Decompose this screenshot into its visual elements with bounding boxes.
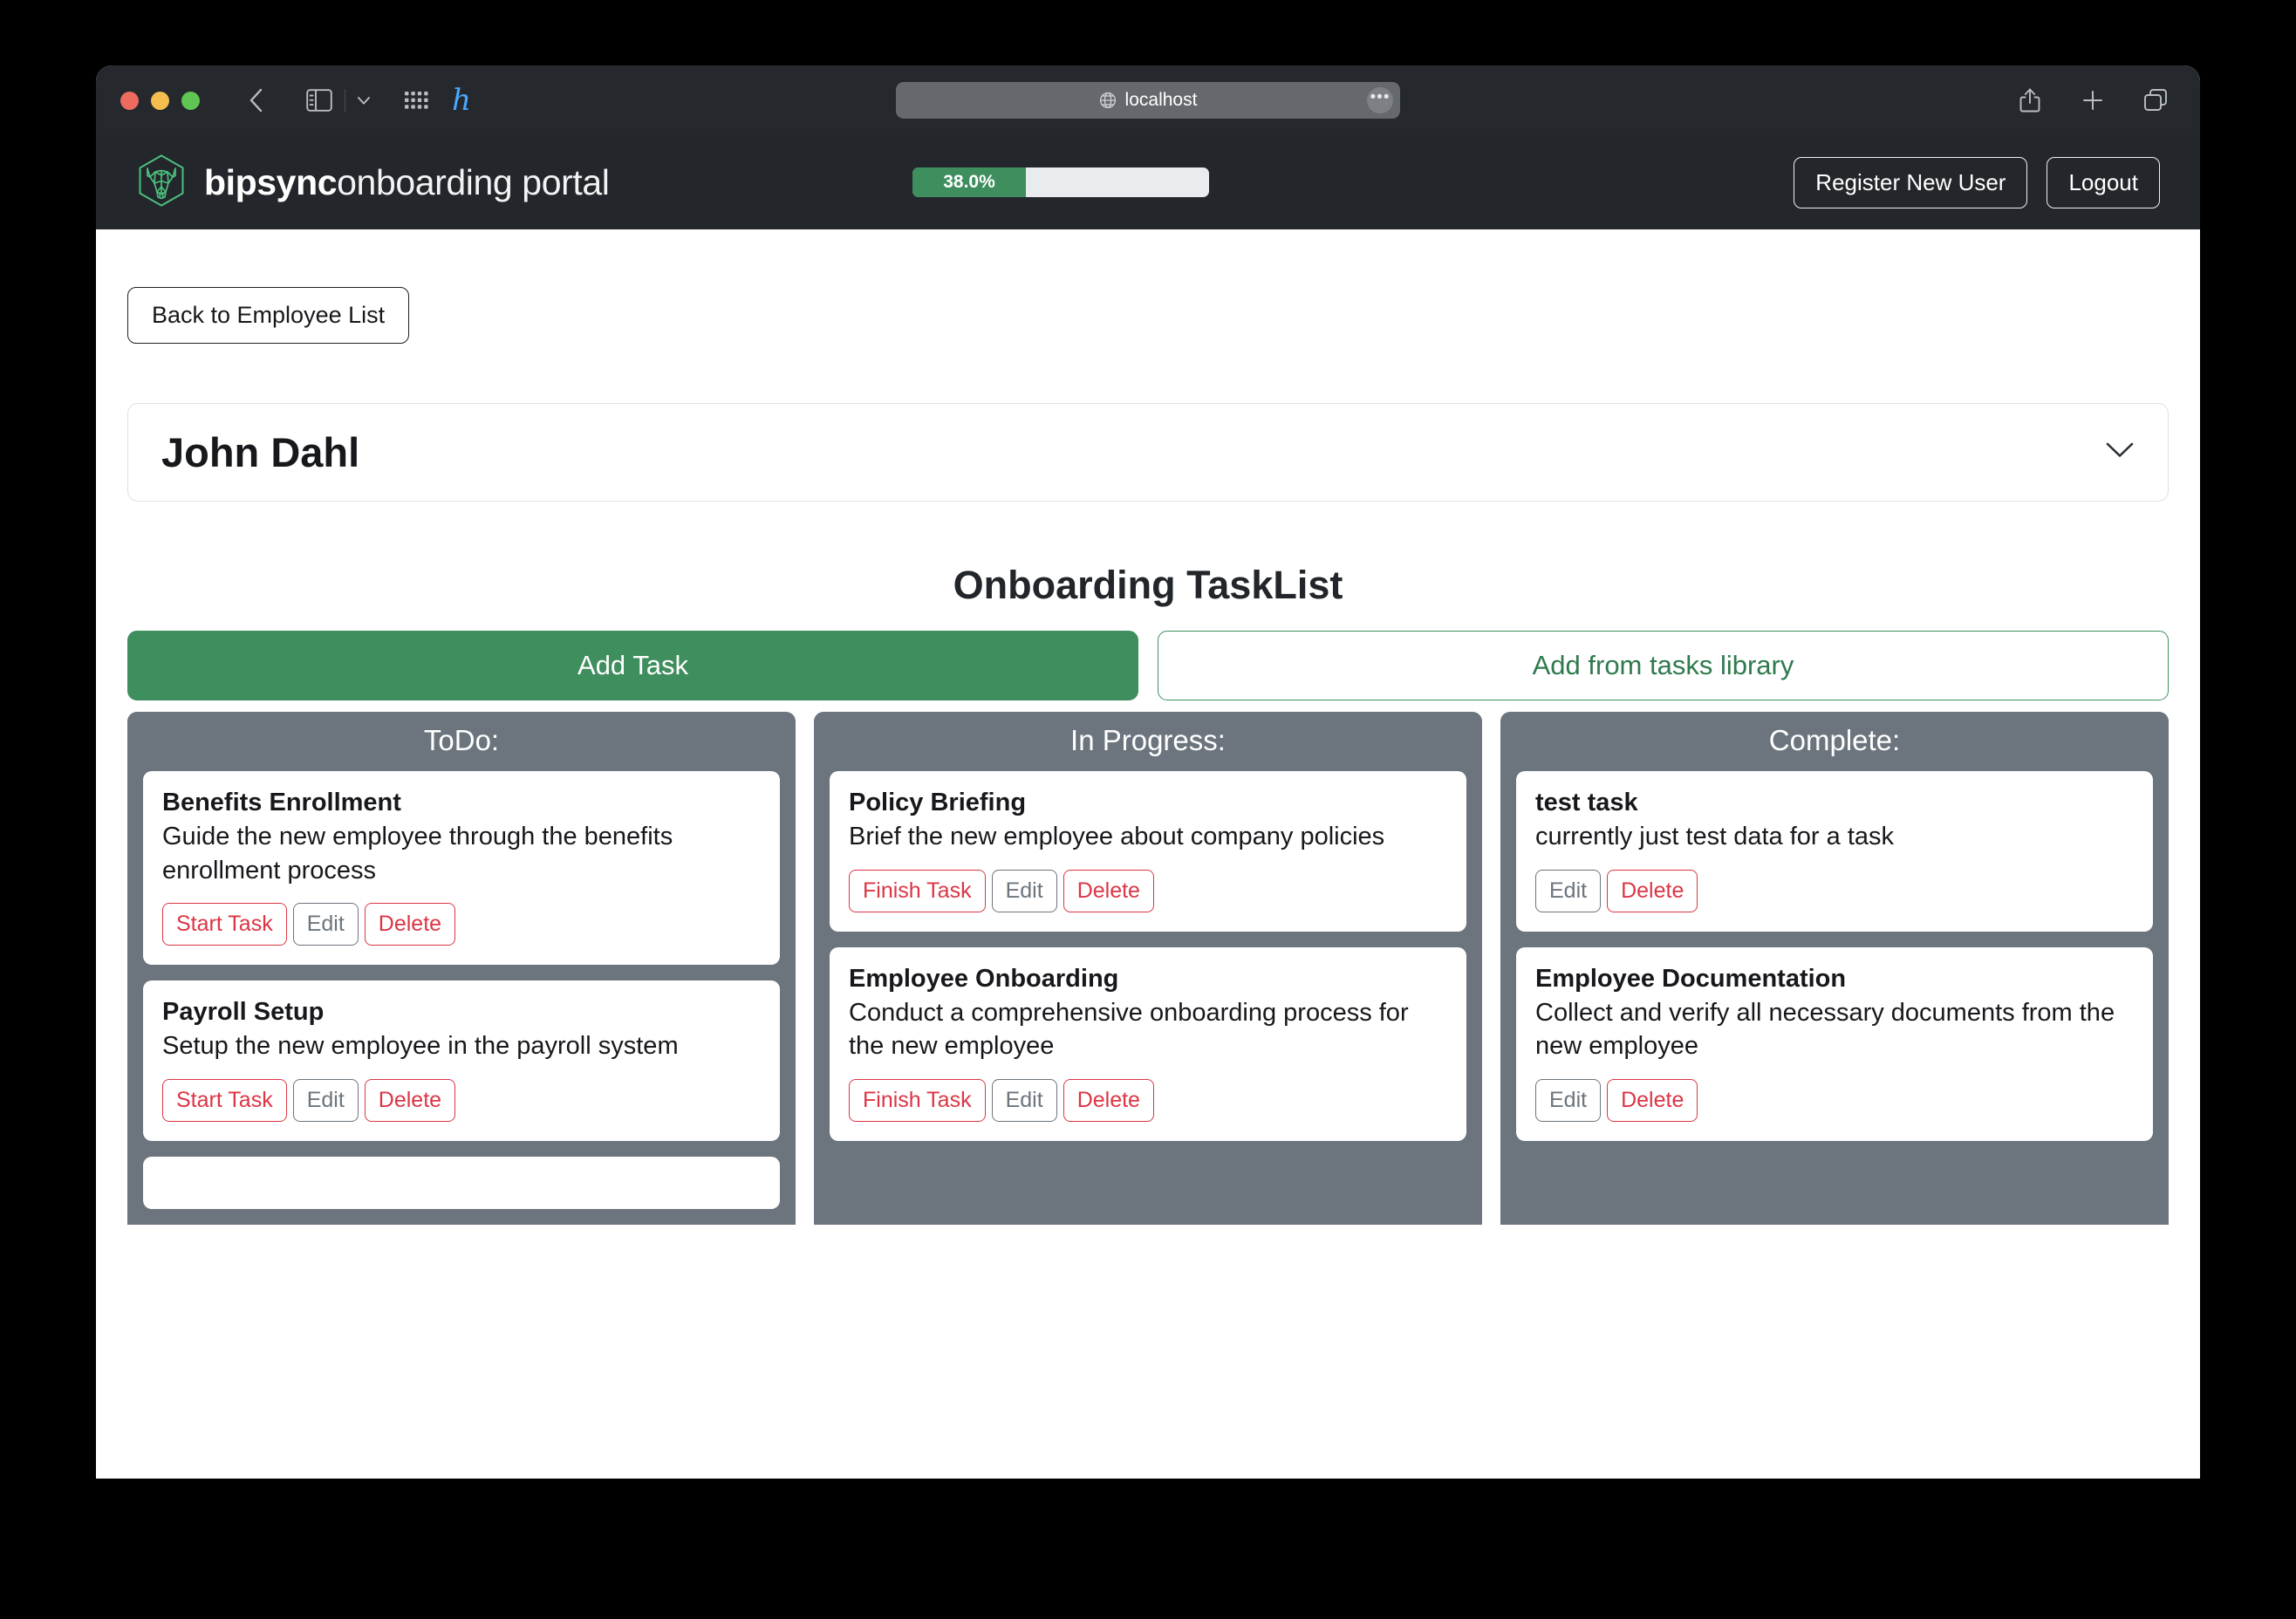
page-body: Back to Employee List John Dahl Onboardi… bbox=[96, 229, 2200, 1479]
edit-task-button[interactable]: Edit bbox=[991, 869, 1057, 912]
task-title: test task bbox=[1535, 789, 1638, 816]
chevron-down-icon bbox=[2105, 441, 2135, 463]
chevron-down-icon[interactable] bbox=[351, 80, 377, 120]
task-card[interactable]: Policy Briefing Brief the new employee ab… bbox=[830, 771, 1466, 932]
page-title: Onboarding TaskList bbox=[953, 563, 1343, 607]
delete-task-button[interactable]: Delete bbox=[364, 1078, 456, 1122]
brand-subtitle: onboarding portal bbox=[337, 161, 610, 202]
task-card[interactable]: Employee Onboarding Conduct a comprehensi… bbox=[830, 946, 1466, 1141]
task-card-actions: Start Task Edit Delete bbox=[162, 1078, 761, 1122]
task-card[interactable]: test task currently just test data for a … bbox=[1516, 771, 2153, 932]
back-to-employee-list-button[interactable]: Back to Employee List bbox=[127, 287, 410, 344]
brand-title: bipsynconboarding portal bbox=[204, 161, 610, 203]
task-description: Guide the new employee through the benef… bbox=[162, 823, 673, 885]
edit-task-button[interactable]: Edit bbox=[991, 1078, 1057, 1122]
edit-task-button[interactable]: Edit bbox=[1535, 869, 1602, 912]
employee-selector-dropdown[interactable]: John Dahl bbox=[127, 403, 2169, 502]
task-column: Complete: test task currently just test da… bbox=[1500, 712, 2169, 1225]
task-card-actions: Edit Delete bbox=[1535, 1078, 2134, 1122]
task-column: In Progress: Policy Briefing Brief the new… bbox=[814, 712, 1482, 1225]
start-task-button[interactable]: Start Task bbox=[162, 1078, 287, 1122]
delete-task-button[interactable]: Delete bbox=[1063, 869, 1154, 912]
edit-task-button[interactable]: Edit bbox=[292, 903, 359, 946]
sidebar-toggle-icon[interactable] bbox=[299, 80, 339, 120]
share-icon[interactable] bbox=[2010, 80, 2050, 120]
task-card[interactable] bbox=[143, 1156, 780, 1209]
task-card-actions: Start Task Edit Delete bbox=[162, 903, 761, 946]
task-description: Brief the new employee about company pol… bbox=[849, 823, 1385, 850]
globe-icon bbox=[1099, 92, 1117, 109]
delete-task-button[interactable]: Delete bbox=[1063, 1078, 1154, 1122]
finish-task-button[interactable]: Finish Task bbox=[849, 869, 986, 912]
tab-overview-icon[interactable] bbox=[2135, 80, 2176, 120]
maximize-window-button[interactable] bbox=[181, 91, 200, 110]
app-header: bipsynconboarding portal 38.0% Register … bbox=[96, 135, 2200, 229]
task-column: ToDo: Benefits Enrollment Guide the new em… bbox=[127, 712, 796, 1225]
task-description: Setup the new employee in the payroll sy… bbox=[162, 1032, 679, 1061]
address-bar[interactable]: localhost ••• bbox=[896, 82, 1400, 119]
finish-task-button[interactable]: Finish Task bbox=[849, 1078, 986, 1122]
task-action-row: Add Task Add from tasks library bbox=[127, 631, 2169, 700]
close-window-button[interactable] bbox=[120, 91, 139, 110]
address-bar-text: localhost bbox=[1124, 90, 1198, 110]
start-task-button[interactable]: Start Task bbox=[162, 903, 287, 946]
task-card-actions: Finish Task Edit Delete bbox=[849, 869, 1447, 912]
task-title: Payroll Setup bbox=[162, 998, 325, 1027]
delete-task-button[interactable]: Delete bbox=[1607, 1078, 1698, 1122]
onboarding-progress-bar: 38.0% bbox=[912, 167, 1210, 197]
minimize-window-button[interactable] bbox=[151, 91, 169, 110]
hypothesis-extension-icon[interactable]: h bbox=[452, 85, 471, 115]
selected-employee-name: John Dahl bbox=[161, 429, 360, 475]
brand-name: bipsync bbox=[204, 161, 338, 202]
task-board: ToDo: Benefits Enrollment Guide the new em… bbox=[127, 712, 2169, 1225]
register-new-user-button[interactable]: Register New User bbox=[1794, 156, 2028, 208]
logout-button[interactable]: Logout bbox=[2047, 156, 2160, 208]
task-title: Policy Briefing bbox=[849, 789, 1027, 816]
back-chevron-icon[interactable] bbox=[236, 80, 277, 120]
delete-task-button[interactable]: Delete bbox=[1607, 869, 1698, 912]
plus-icon[interactable] bbox=[2073, 80, 2113, 120]
task-card-actions: Edit Delete bbox=[1535, 869, 2134, 912]
task-description: Conduct a comprehensive onboarding proce… bbox=[849, 998, 1409, 1061]
window-traffic-lights bbox=[120, 91, 200, 110]
bipsync-bull-hexagon-logo bbox=[136, 154, 187, 212]
browser-nav-controls: h bbox=[236, 80, 471, 120]
delete-task-button[interactable]: Delete bbox=[364, 903, 456, 946]
task-description: currently just test data for a task bbox=[1535, 823, 1895, 850]
task-card[interactable]: Employee Documentation Collect and verify… bbox=[1516, 946, 2153, 1141]
grid-apps-icon[interactable] bbox=[396, 80, 436, 120]
add-task-button[interactable]: Add Task bbox=[127, 631, 1138, 700]
task-description: Collect and verify all necessary documen… bbox=[1535, 998, 2115, 1061]
browser-window: h localhost ••• bipsynconboarding portal… bbox=[96, 65, 2200, 1479]
task-title: Benefits Enrollment bbox=[162, 789, 401, 816]
ellipsis-icon[interactable]: ••• bbox=[1367, 87, 1393, 113]
column-title: ToDo: bbox=[423, 724, 500, 756]
column-title: In Progress: bbox=[1070, 724, 1226, 756]
task-card[interactable]: Benefits Enrollment Guide the new employe… bbox=[143, 771, 780, 966]
task-card-actions: Finish Task Edit Delete bbox=[849, 1078, 1447, 1122]
column-title: Complete: bbox=[1768, 724, 1901, 756]
task-title: Employee Documentation bbox=[1535, 964, 1847, 993]
edit-task-button[interactable]: Edit bbox=[1535, 1078, 1602, 1122]
browser-toolbar-right bbox=[2010, 80, 2176, 120]
progress-fill: 38.0% bbox=[912, 167, 1026, 197]
task-title: Employee Onboarding bbox=[849, 964, 1119, 993]
task-card[interactable]: Payroll Setup Setup the new employee in t… bbox=[143, 980, 780, 1141]
header-actions: Register New User Logout bbox=[1794, 156, 2160, 208]
add-from-tasks-library-button[interactable]: Add from tasks library bbox=[1158, 631, 2169, 700]
brand: bipsynconboarding portal bbox=[136, 154, 610, 212]
edit-task-button[interactable]: Edit bbox=[292, 1078, 359, 1122]
browser-toolbar: h localhost ••• bbox=[96, 65, 2200, 135]
